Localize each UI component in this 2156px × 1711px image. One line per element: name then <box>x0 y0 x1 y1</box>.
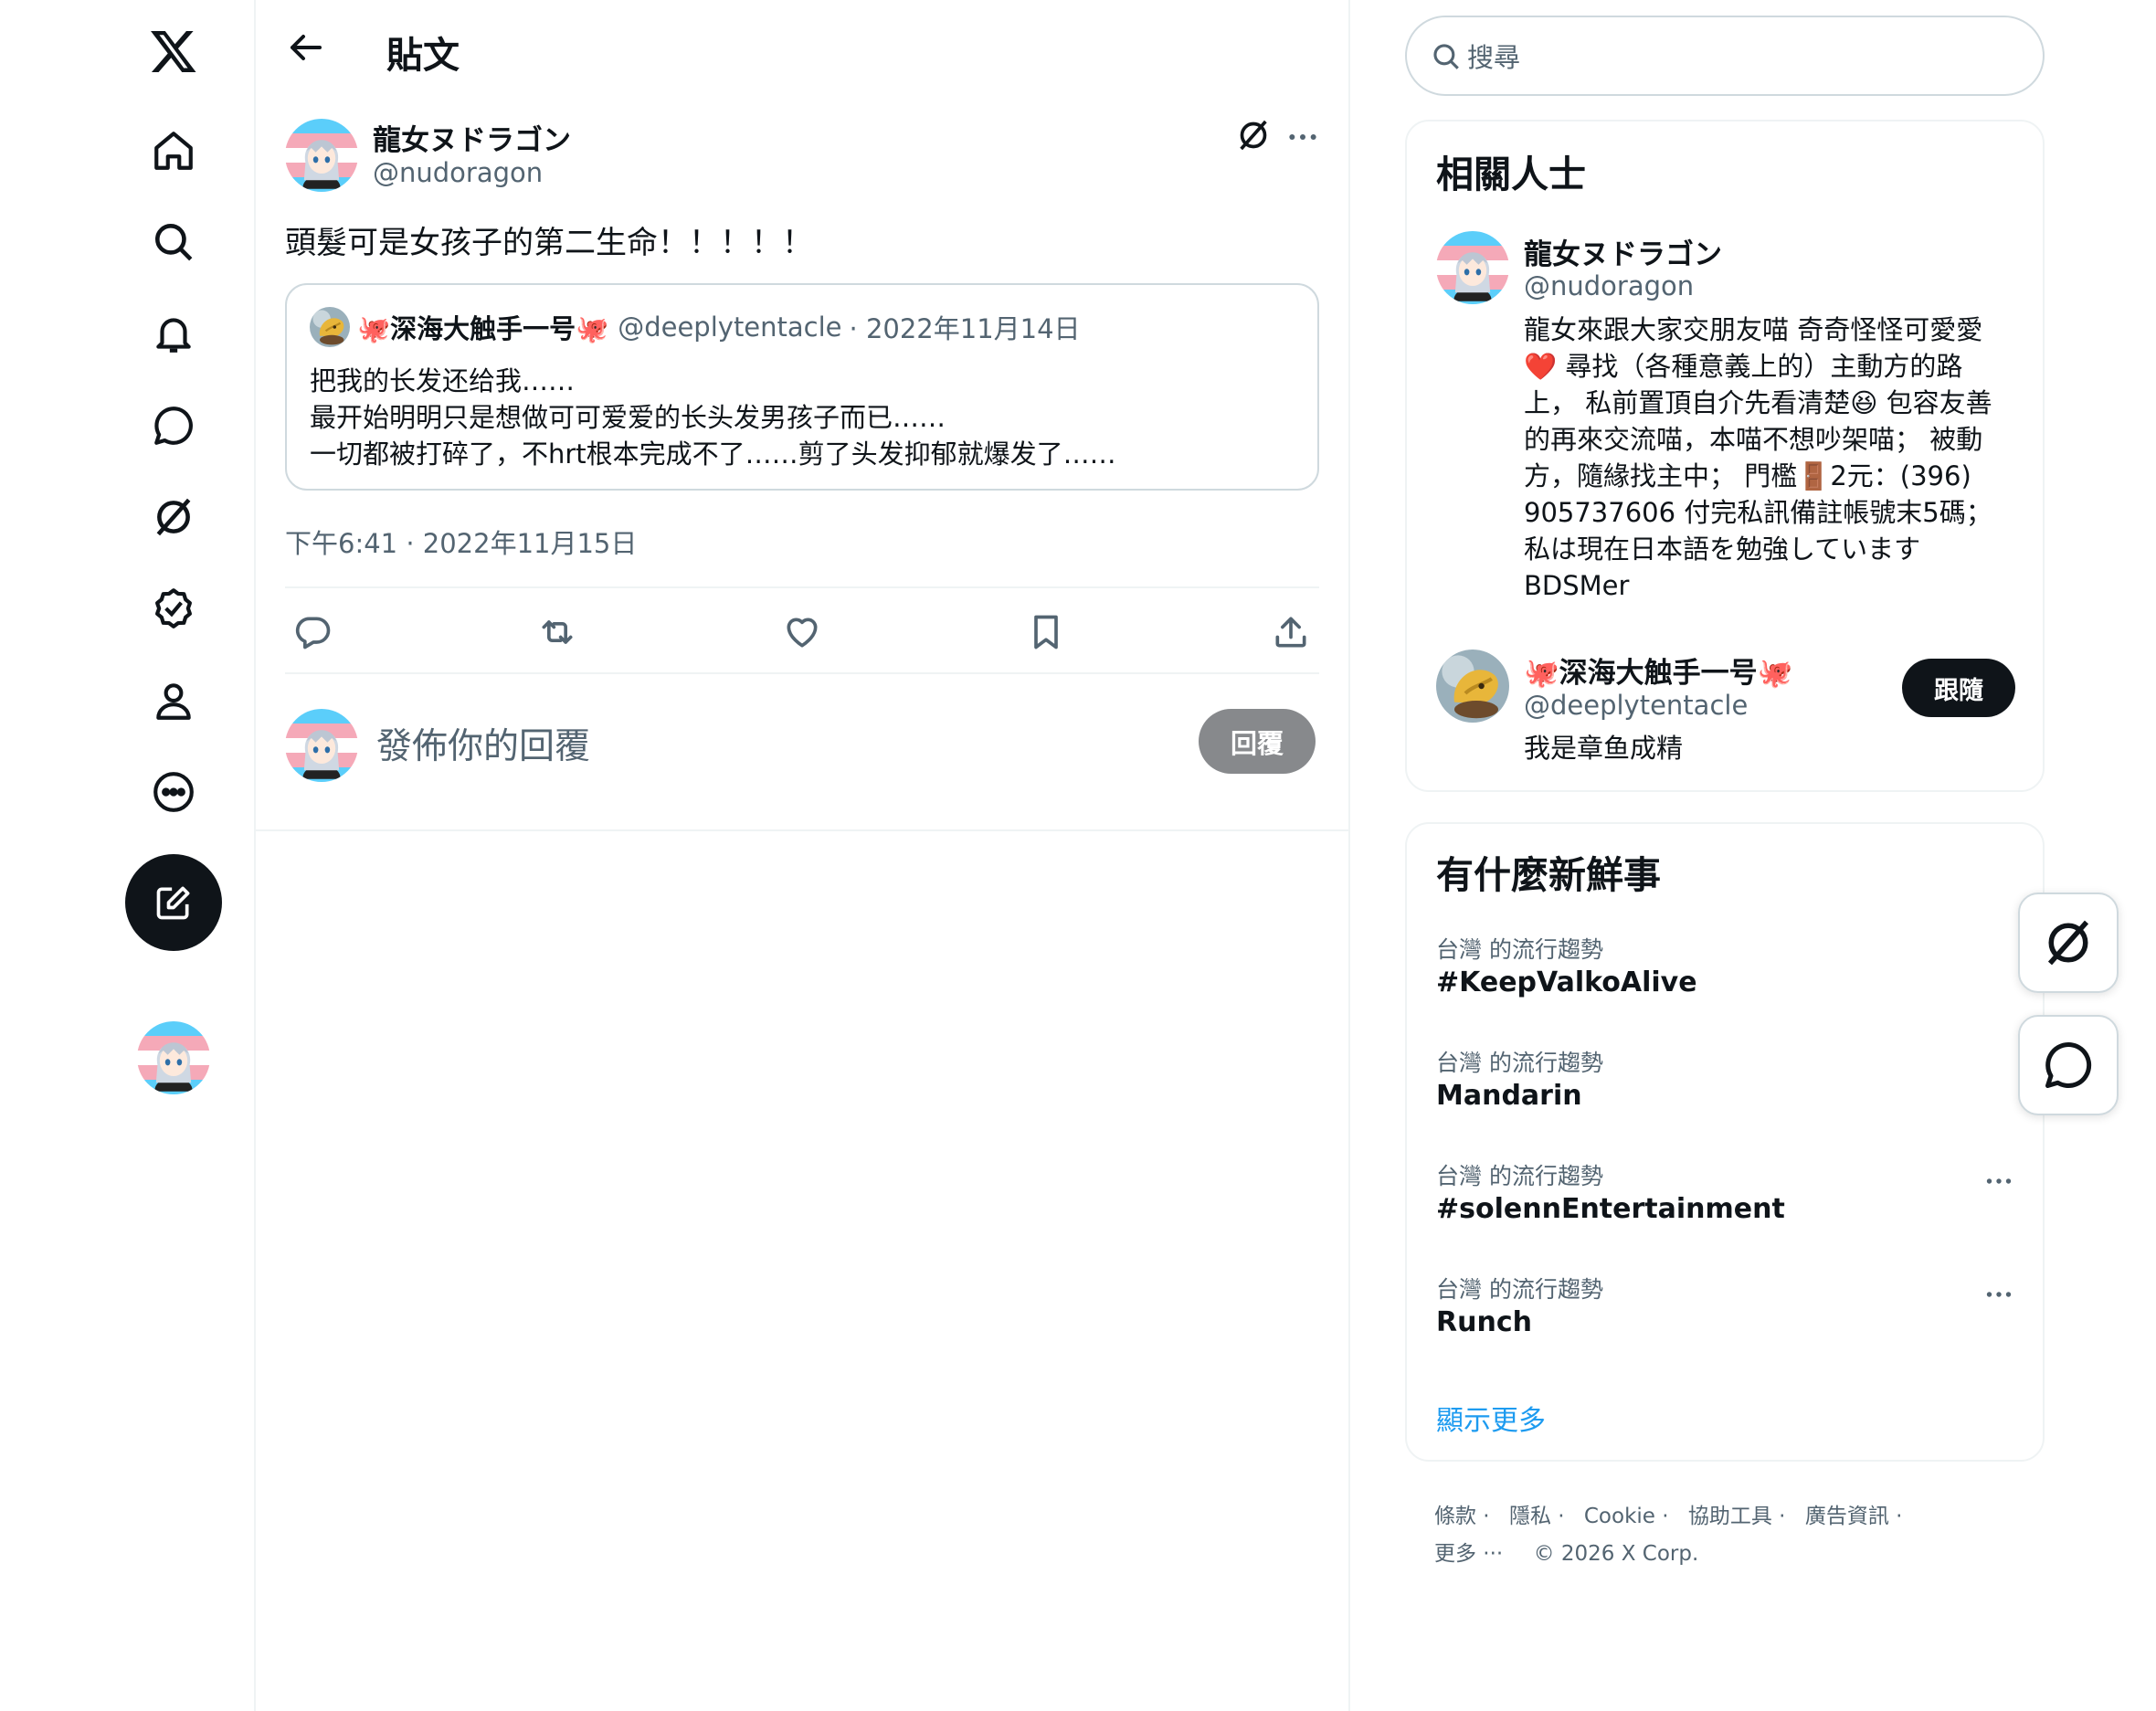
trend-category: 台灣 的流行趨勢 <box>1436 1050 1603 1076</box>
divider <box>285 672 1319 674</box>
post-timestamp[interactable]: 下午6:41 · 2022年11月15日 <box>285 523 637 561</box>
bio-line: 龍女來跟大家交朋友喵 奇奇怪怪可愛愛 <box>1524 314 1983 345</box>
author-handle[interactable]: @nudoragon <box>373 157 543 188</box>
reply-input[interactable]: 發佈你的回覆 <box>376 718 590 769</box>
column-divider-right <box>1348 0 1350 1711</box>
notifications-bell-icon[interactable] <box>146 306 201 361</box>
trend-category: 台灣 的流行趨勢 <box>1436 1276 1603 1303</box>
trend-more-icon[interactable] <box>1981 1281 2017 1308</box>
footer-link[interactable]: 隱私 · <box>1509 1505 1565 1528</box>
quoted-post[interactable]: 🐙深海大触手一号🐙 @deeplytentacle · 2022年11月14日 … <box>285 283 1319 491</box>
bookmark-icon[interactable] <box>1022 608 1070 656</box>
footer-link[interactable]: 協助工具 · <box>1688 1505 1786 1528</box>
post-text: 頭髮可是女孩子的第二生命！！！！！ <box>285 225 813 261</box>
account-avatar[interactable] <box>137 1021 210 1094</box>
like-heart-icon[interactable] <box>778 608 826 656</box>
bio-line: BDSMer <box>1524 570 1630 601</box>
bio-line: 上， 私前置頂自介先看清楚😆 包容友善 <box>1524 387 1992 418</box>
reply-icon[interactable] <box>290 608 337 656</box>
related-bio: 龍女來跟大家交朋友喵 奇奇怪怪可愛愛 ❤️ 尋找（各種意義上的）主動方的路 上，… <box>1524 312 1992 604</box>
show-more-link[interactable]: 顯示更多 <box>1436 1398 1546 1438</box>
bio-line: 905737606 付完私訊備註帳號末5碼； <box>1524 497 1992 528</box>
compose-post-button[interactable] <box>125 854 222 951</box>
trend-item[interactable]: #KeepValkoAlive <box>1436 966 1697 998</box>
related-avatar[interactable] <box>1436 231 1509 304</box>
quote-text-line: 最开始明明只是想做可可爱爱的长头发男孩子而已…… <box>310 402 946 433</box>
messages-icon[interactable] <box>146 398 201 453</box>
grok-floating-button[interactable] <box>2018 892 2119 993</box>
related-bio: 我是章鱼成精 <box>1524 733 1684 764</box>
x-logo-icon[interactable] <box>146 24 201 79</box>
related-name[interactable]: 龍女ヌドラゴン <box>1524 231 1722 272</box>
quote-header: 🐙深海大触手一号🐙 @deeplytentacle · 2022年11月14日 <box>310 307 1081 347</box>
share-upload-icon[interactable] <box>1267 608 1315 656</box>
home-icon[interactable] <box>146 123 201 178</box>
repost-icon[interactable] <box>534 608 581 656</box>
quote-author-name: 🐙深海大触手一号🐙 <box>357 313 609 344</box>
related-handle[interactable]: @deeplytentacle <box>1524 690 1748 721</box>
trends-title: 有什麼新鮮事 <box>1436 853 1661 897</box>
bio-line: ❤️ 尋找（各種意義上的）主動方的路 <box>1524 351 1963 382</box>
footer-link[interactable]: 條款 · <box>1434 1505 1490 1528</box>
search-nav-icon[interactable] <box>146 215 201 269</box>
related-avatar[interactable] <box>1436 650 1509 723</box>
page-title: 貼文 <box>386 35 460 77</box>
related-people-card: 相關人士 龍女ヌドラゴン @nudoragon 龍女來跟大家交朋友喵 奇奇怪怪可… <box>1405 120 2045 792</box>
search-icon <box>1431 41 1462 72</box>
quote-text-line: 一切都被打碎了，不hrt根本完成不了……剪了头发抑郁就爆发了…… <box>310 438 1116 470</box>
footer-links: 條款 · 隱私 · Cookie · 協助工具 · 廣告資訊 · <box>1434 1498 1915 1529</box>
quote-text-line: 把我的长发还给我…… <box>310 365 576 396</box>
quote-avatar <box>310 307 350 347</box>
trend-category: 台灣 的流行趨勢 <box>1436 936 1603 963</box>
grok-icon[interactable] <box>146 490 201 544</box>
reply-button[interactable]: 回覆 <box>1199 709 1316 774</box>
trend-item[interactable]: Runch <box>1436 1306 1532 1338</box>
author-name[interactable]: 龍女ヌドラゴン <box>373 117 571 158</box>
quote-author-handle: @deeplytentacle <box>618 312 842 343</box>
profile-icon[interactable] <box>146 673 201 728</box>
footer-link[interactable]: Cookie · <box>1584 1505 1669 1528</box>
divider <box>285 586 1319 588</box>
trend-more-icon[interactable] <box>1981 1167 2017 1195</box>
related-name[interactable]: 🐙深海大触手一号🐙 <box>1524 650 1792 691</box>
bio-line: 的再來交流喵，本喵不想吵架喵； 被動 <box>1524 424 1983 455</box>
quote-date: · 2022年11月14日 <box>849 313 1081 344</box>
bio-line: 方，隨緣找主中； 門檻🚪2元：(396) <box>1524 460 1971 491</box>
search-input[interactable] <box>1467 37 2015 78</box>
footer-more-link[interactable]: 更多 ··· <box>1434 1542 1503 1566</box>
trend-item[interactable]: Mandarin <box>1436 1080 1582 1112</box>
messages-floating-button[interactable] <box>2018 1015 2119 1115</box>
post-more-icon[interactable] <box>1284 119 1321 155</box>
follow-button[interactable]: 跟隨 <box>1902 659 2015 717</box>
related-people-title: 相關人士 <box>1436 153 1586 196</box>
back-arrow-icon[interactable] <box>283 26 327 69</box>
verified-icon[interactable] <box>146 581 201 636</box>
trends-card: 有什麼新鮮事 台灣 的流行趨勢 #KeepValkoAlive 台灣 的流行趨勢… <box>1405 822 2045 1462</box>
grok-post-icon[interactable] <box>1235 117 1272 153</box>
column-divider-left <box>254 0 256 1711</box>
footer-links-row2: 更多 ··· © 2026 X Corp. <box>1434 1536 1711 1567</box>
more-circle-icon[interactable] <box>146 765 201 819</box>
reply-avatar <box>285 709 358 782</box>
trend-category: 台灣 的流行趨勢 <box>1436 1163 1603 1189</box>
copyright: © 2026 X Corp. <box>1533 1542 1699 1566</box>
author-avatar[interactable] <box>285 119 358 192</box>
related-handle[interactable]: @nudoragon <box>1524 270 1694 301</box>
trend-item[interactable]: #solennEntertainment <box>1436 1193 1785 1225</box>
bio-line: 私は現在日本語を勉強しています <box>1524 533 1921 565</box>
search-bar[interactable] <box>1405 16 2045 96</box>
footer-link[interactable]: 廣告資訊 · <box>1805 1505 1903 1528</box>
divider <box>256 829 1348 831</box>
